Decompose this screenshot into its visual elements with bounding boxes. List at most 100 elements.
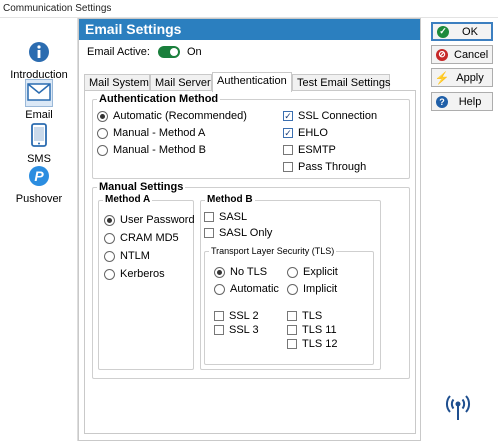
pushover-icon: P [29,166,49,186]
panel-title: Email Settings [79,19,420,40]
help-button[interactable]: ? Help [431,92,493,111]
checkbox[interactable] [287,311,297,321]
info-icon [29,42,49,62]
method-a-group: Method A User Password CRAM MD5 NTLM Ker… [98,194,195,370]
sidebar-item-pushover[interactable]: P Pushover [0,164,78,205]
question-circle-icon: ? [436,95,448,108]
radio-manual-method-b[interactable]: Manual - Method B [97,144,206,156]
check-ehlo[interactable]: ✓ EHLO [283,127,328,139]
no-entry-icon: ⊘ [436,48,448,61]
sidebar-item-email[interactable]: Email [0,79,78,121]
radio-manual-method-a[interactable]: Manual - Method A [97,127,205,139]
sidebar-item-label: Email [25,109,53,121]
email-active-label: Email Active: [87,46,150,58]
radio-automatic[interactable]: Automatic [214,283,279,295]
email-active-row: Email Active: On [87,46,202,58]
radio-label: Kerberos [120,268,165,280]
checkbox-label: TLS [302,310,323,322]
checkbox[interactable]: ✓ [283,111,293,121]
check-tls[interactable]: TLS [287,310,322,322]
tab-authentication[interactable]: Authentication [212,72,292,92]
email-active-toggle[interactable] [157,46,180,58]
checkbox[interactable] [283,162,293,172]
checkbox-label: SASL Only [219,227,273,239]
sidebar-item-sms[interactable]: SMS [0,122,78,165]
checkbox[interactable] [204,228,214,238]
authentication-tab-content: Authentication Method Automatic (Recomme… [84,90,416,434]
radio-implicit[interactable]: Implicit [287,283,337,295]
checkbox-label: SSL 2 [229,310,259,322]
check-ssl-connection[interactable]: ✓ SSL Connection [283,110,377,122]
check-esmtp[interactable]: ESMTP [283,144,336,156]
radio-button[interactable] [97,144,108,156]
radio-automatic-recommended[interactable]: Automatic (Recommended) [97,110,247,122]
check-circle-icon: ✓ [437,25,449,38]
radio-button[interactable] [104,250,115,262]
checkbox-label: ESMTP [298,144,336,156]
radio-label: Explicit [303,266,338,278]
check-sasl-only[interactable]: SASL Only [204,227,272,239]
checkbox-label: SSL 3 [229,324,259,336]
window-titlebar: Communication Settings [0,0,498,18]
sidebar: Introduction Email SMS P Pushover [0,18,78,441]
checkbox[interactable]: ✓ [283,128,293,138]
email-active-state: On [186,46,202,58]
radio-label: User Password [120,214,195,226]
checkbox[interactable] [287,339,297,349]
check-sasl[interactable]: SASL [204,211,247,223]
radio-button[interactable] [97,127,108,139]
manual-settings-group: Manual Settings Method A User Password C… [92,181,410,379]
authentication-method-title: Authentication Method [97,93,221,105]
apply-button-label: Apply [456,71,484,84]
radio-label: Automatic (Recommended) [113,110,247,122]
checkbox-label: EHLO [298,127,328,139]
tab-mail-system[interactable]: Mail System [84,74,150,91]
checkbox[interactable] [214,311,224,321]
radio-ntlm[interactable]: NTLM [104,250,150,262]
tab-mail-server[interactable]: Mail Server [150,74,212,91]
checkbox-label: SSL Connection [298,110,378,122]
checkbox[interactable] [287,325,297,335]
radio-button[interactable] [104,214,115,226]
svg-text:P: P [34,168,44,184]
checkbox-label: SASL [219,211,248,223]
radio-user-password[interactable]: User Password [104,214,195,226]
help-button-label: Help [458,95,482,108]
check-tls-12[interactable]: TLS 12 [287,338,337,350]
window-title: Communication Settings [3,3,112,14]
checkbox[interactable] [283,145,293,155]
check-pass-through[interactable]: Pass Through [283,161,366,173]
radio-button[interactable] [287,266,298,278]
radio-label: NTLM [120,250,150,262]
radio-no-tls[interactable]: No TLS [214,266,267,278]
envelope-icon [27,83,51,101]
check-ssl-3[interactable]: SSL 3 [214,324,259,336]
radio-button[interactable] [97,110,108,122]
radio-button[interactable] [214,266,225,278]
radio-explicit[interactable]: Explicit [287,266,338,278]
phone-icon [31,123,47,147]
check-tls-11[interactable]: TLS 11 [287,324,337,336]
checkbox[interactable] [214,325,224,335]
radio-cram-md5[interactable]: CRAM MD5 [104,232,179,244]
apply-button[interactable]: ⚡ Apply [431,68,493,87]
radio-button[interactable] [104,268,115,280]
check-ssl-2[interactable]: SSL 2 [214,310,259,322]
radio-button[interactable] [214,283,225,295]
ok-button[interactable]: ✓ OK [431,22,493,41]
tab-test-email-settings[interactable]: Test Email Settings [292,74,391,91]
sidebar-item-introduction[interactable]: Introduction [0,40,78,81]
lightning-icon: ⚡ [434,70,450,85]
radio-button[interactable] [104,232,115,244]
radio-label: CRAM MD5 [120,232,179,244]
method-b-title: Method B [205,194,255,205]
checkbox-label: TLS 12 [302,338,338,350]
radio-label: No TLS [230,266,268,278]
cancel-button[interactable]: ⊘ Cancel [431,45,493,64]
radio-button[interactable] [287,283,298,295]
tls-group: Transport Layer Security (TLS) No TLS Ex… [204,246,374,365]
checkbox[interactable] [204,212,214,222]
authentication-method-group: Authentication Method Automatic (Recomme… [92,93,410,179]
wireless-signal-icon [446,395,470,420]
radio-kerberos[interactable]: Kerberos [104,268,165,280]
